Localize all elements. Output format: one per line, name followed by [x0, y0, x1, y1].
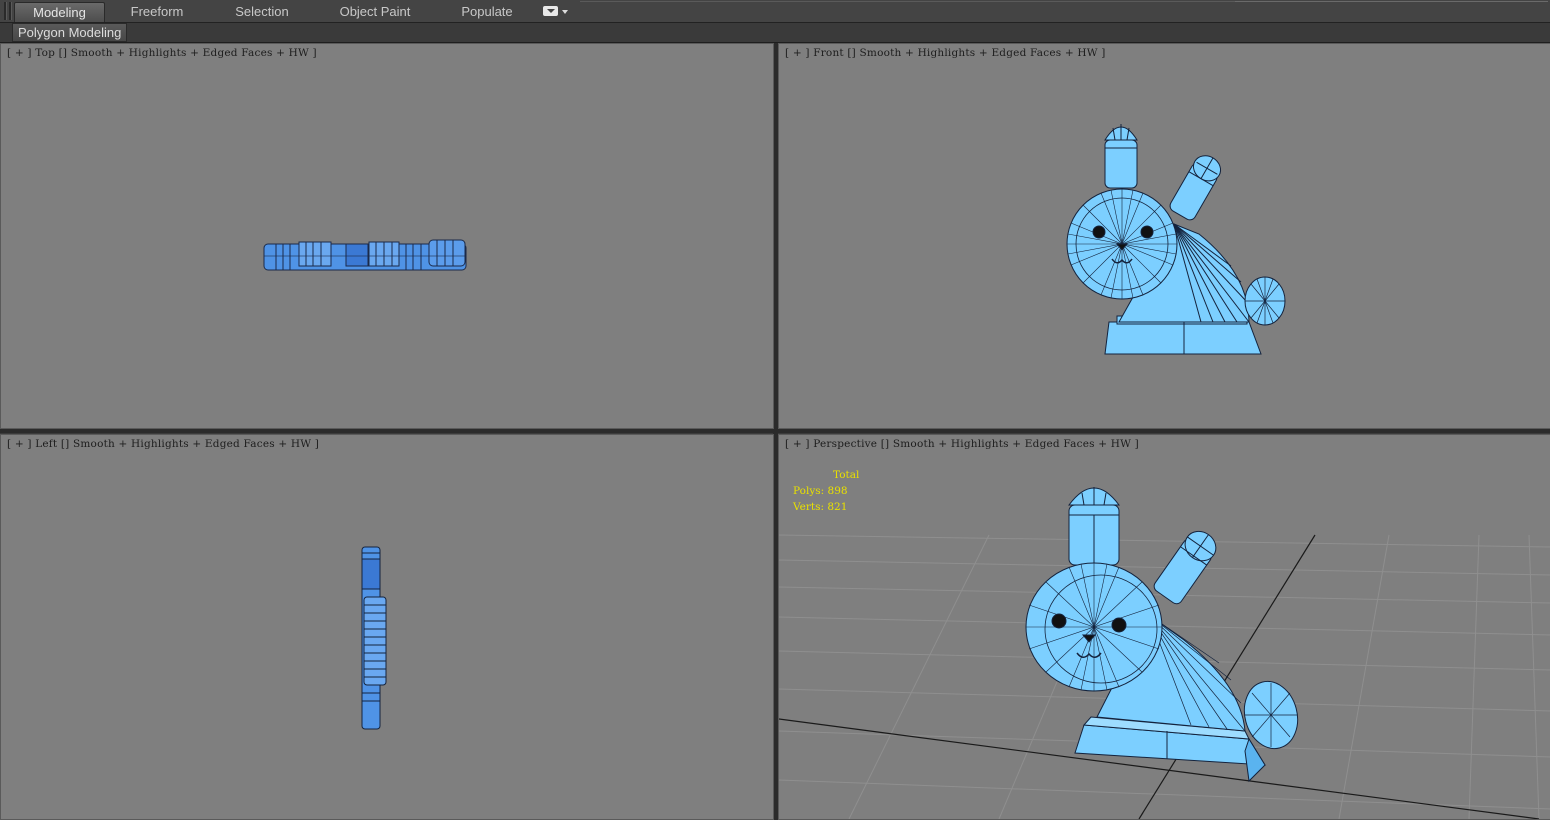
ribbon-grip-2[interactable]	[9, 2, 12, 20]
polygon-modeling-button[interactable]: Polygon Modeling	[12, 23, 128, 42]
ribbon-options-icon[interactable]	[543, 6, 558, 16]
viewport-top[interactable]: [ + ] Top [] Smooth + Highlights + Edged…	[0, 43, 774, 429]
ribbon-grip[interactable]	[4, 2, 7, 20]
model-left-view[interactable]	[1, 435, 773, 819]
tab-object-paint[interactable]: Object Paint	[332, 2, 418, 21]
tab-modeling[interactable]: Modeling	[14, 2, 105, 22]
stats-total-label: Total	[833, 469, 860, 481]
tab-populate[interactable]: Populate	[452, 2, 522, 21]
shading-mode-button[interactable]: Smooth + Highlights + Edged Faces + HW ]	[893, 438, 1139, 450]
stats-polys: Polys: 898	[793, 485, 848, 497]
viewport-menu-button[interactable]: [ + ]	[785, 438, 810, 450]
viewport-front[interactable]: [ + ] Front [] Smooth + Highlights + Edg…	[778, 43, 1550, 429]
polys-value: 898	[827, 485, 848, 497]
ribbon-tab-bar: Modeling Freeform Selection Object Paint…	[0, 0, 1550, 23]
ribbon-panel: Polygon Modeling	[0, 23, 1550, 43]
model-top-view[interactable]	[1, 44, 773, 428]
model-front-view[interactable]	[779, 44, 1550, 428]
viewport-perspective[interactable]: [ + ] Perspective [] Smooth + Highlights…	[778, 434, 1550, 820]
tab-freeform[interactable]: Freeform	[117, 2, 197, 21]
model-perspective-view[interactable]	[779, 435, 1550, 819]
view-name-button[interactable]: Perspective	[813, 438, 877, 450]
statistics-overlay: Total Polys: 898 Verts: 821	[793, 467, 859, 515]
stats-verts: Verts: 821	[793, 501, 848, 513]
viewport-left[interactable]: [ + ] Left [] Smooth + Highlights + Edge…	[0, 434, 774, 820]
tab-selection[interactable]: Selection	[222, 2, 302, 21]
chevron-down-icon[interactable]	[562, 10, 568, 14]
viewport-label-perspective: [ + ] Perspective [] Smooth + Highlights…	[785, 438, 1139, 450]
divider	[1235, 1, 1548, 2]
verts-value: 821	[827, 501, 848, 513]
